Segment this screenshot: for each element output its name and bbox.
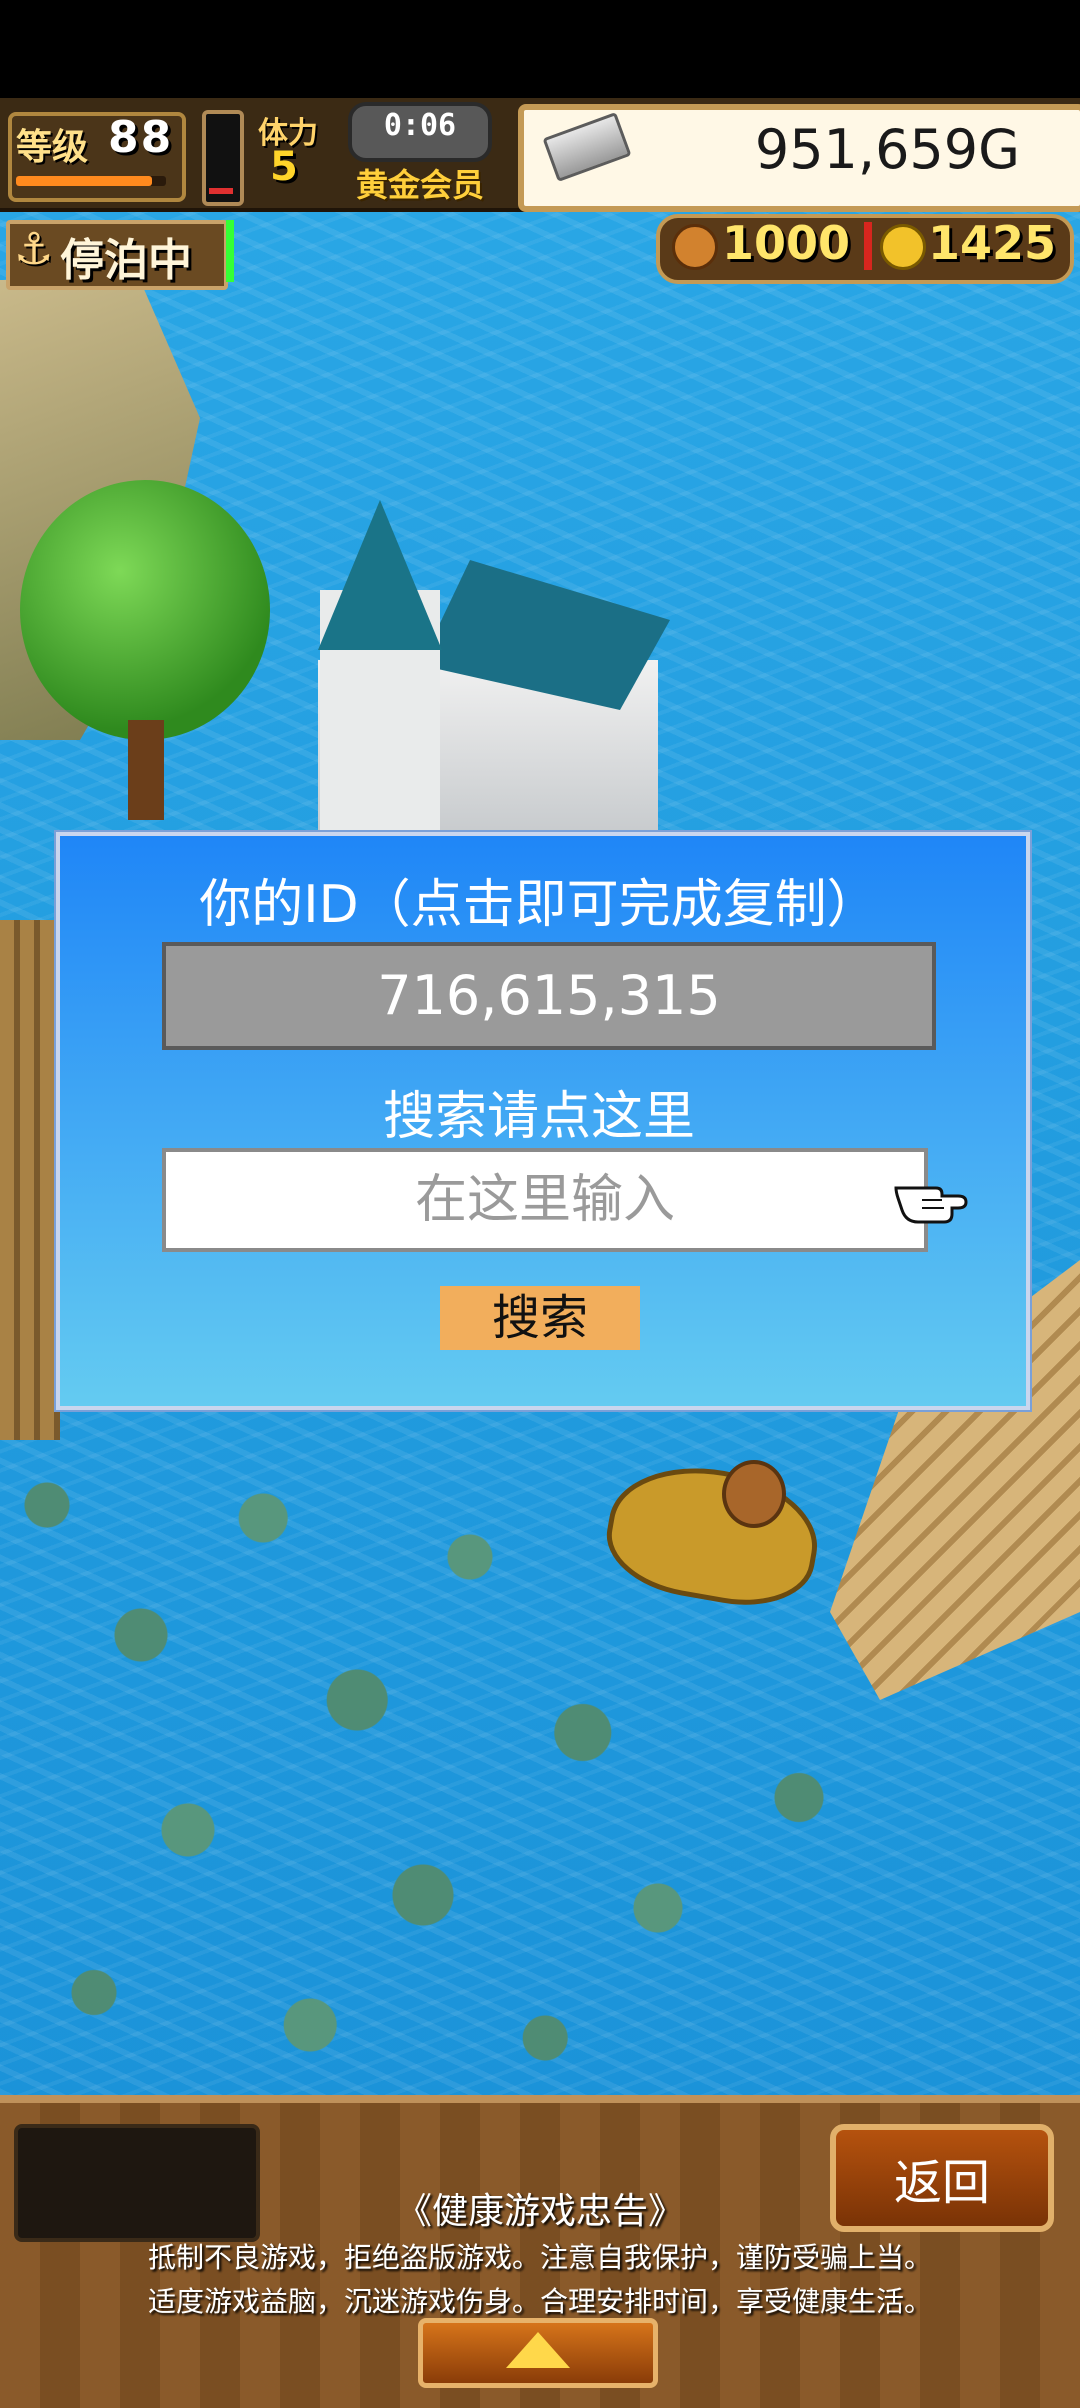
id-value[interactable]: 716,615,315: [162, 964, 936, 1027]
dock-indicator: [226, 220, 234, 282]
wooden-pier-left: [0, 920, 60, 1440]
dock-status-text: 停泊中: [60, 235, 192, 286]
money-value: 951,659G: [754, 118, 1020, 181]
your-id-title[interactable]: 你的ID（点击即可完成复制）: [56, 862, 1022, 937]
health-warning-line1: 抵制不良游戏，拒绝盗版游戏。注意自我保护，谨防受骗上当。: [147, 2241, 932, 2274]
anchor-icon: ⚓: [14, 224, 54, 275]
resource1-value: 1000: [722, 216, 851, 270]
level-label: 等级: [16, 127, 89, 168]
search-label: 搜索请点这里: [382, 1087, 695, 1147]
level-value: 88: [108, 112, 174, 163]
resource-separator: [864, 222, 872, 270]
search-input[interactable]: [162, 1148, 928, 1252]
sailor-character[interactable]: [722, 1460, 786, 1528]
stamina-timer: 0:06: [383, 108, 457, 143]
stamina-gauge-fill: [209, 188, 233, 194]
gold-membership-badge[interactable]: 黄金会员: [356, 160, 484, 206]
resource2-value: 1425: [928, 216, 1057, 270]
health-warning-title: 《健康游戏忠告》: [395, 2191, 684, 2232]
pointing-hand-icon: [894, 1186, 968, 1224]
coin-orange-icon: [672, 224, 718, 270]
tree-trunk: [128, 720, 164, 820]
coin-gold-icon: [880, 224, 926, 270]
search-button[interactable]: 搜索: [440, 1286, 640, 1350]
status-bar: [0, 0, 1080, 98]
stamina-value: 5: [270, 144, 298, 190]
health-warning-line2: 适度游戏益脑，沉迷游戏伤身。合理安排时间，享受健康生活。: [147, 2285, 932, 2318]
tree: [20, 480, 270, 740]
level-progress-fill: [16, 176, 152, 186]
